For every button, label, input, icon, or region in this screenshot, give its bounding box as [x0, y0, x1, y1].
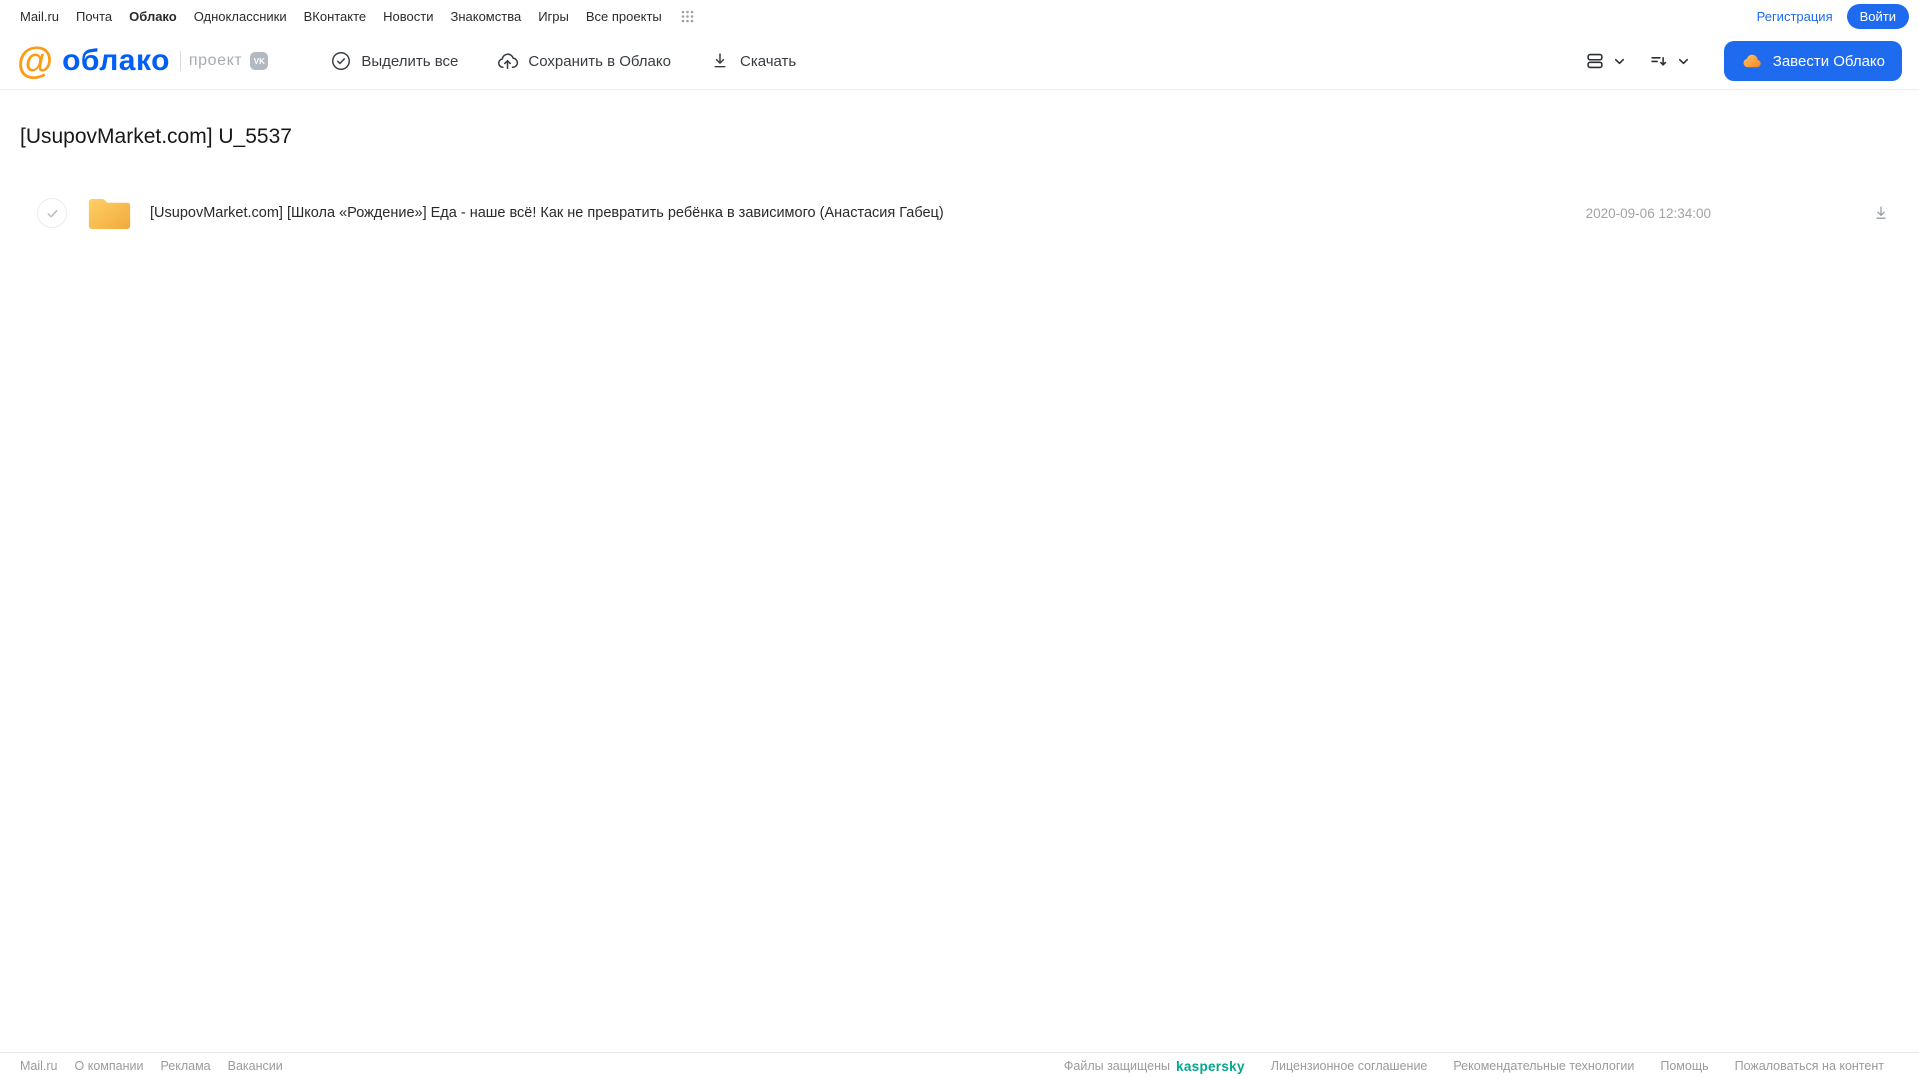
topnav-link-pochta[interactable]: Почта: [76, 9, 112, 24]
save-to-cloud-button[interactable]: Сохранить в Облако: [496, 50, 671, 73]
download-all-label: Скачать: [739, 52, 797, 70]
page-title: [UsupovMarket.com] U_5537: [20, 125, 292, 148]
folder-icon[interactable]: [87, 194, 132, 232]
project-label: проект: [188, 52, 243, 69]
footer-link-jobs[interactable]: Вакансии: [228, 1059, 283, 1073]
cloud-icon: [1741, 50, 1764, 73]
file-date: 2020-09-06 12:34:00: [1585, 205, 1711, 221]
create-cloud-label: Завести Облако: [1772, 52, 1885, 70]
sort-icon: [1648, 50, 1670, 72]
download-icon: [709, 50, 731, 72]
topnav-link-novosti[interactable]: Новости: [383, 9, 433, 24]
topnav-link-znakomstva[interactable]: Знакомства: [450, 9, 521, 24]
login-button[interactable]: Войти: [1846, 4, 1909, 29]
protected-label: Файлы защищены: [1063, 1059, 1171, 1073]
view-mode-icon: [1584, 50, 1606, 72]
kaspersky-logo[interactable]: kaspersky: [1176, 1059, 1245, 1074]
logo-divider: [179, 51, 181, 71]
projects-links: Mail.ru Почта Облако Одноклассники ВКонт…: [20, 9, 694, 24]
file-row[interactable]: [UsupovMarket.com] [Школа «Рождение»] Ед…: [20, 191, 1899, 235]
apps-grid-icon[interactable]: [681, 10, 694, 23]
row-select-checkbox[interactable]: [37, 198, 67, 228]
topnav-link-odnoklassniki[interactable]: Одноклассники: [194, 9, 287, 24]
topnav-link-mailru[interactable]: Mail.ru: [20, 9, 59, 24]
chevron-down-icon: [1613, 55, 1626, 68]
cloud-logo[interactable]: @ облако: [17, 39, 170, 81]
footer-link-recommendation-tech[interactable]: Рекомендательные технологии: [1453, 1059, 1634, 1073]
topnav-link-oblako[interactable]: Облако: [129, 9, 177, 24]
footer-link-ads[interactable]: Реклама: [160, 1059, 210, 1073]
file-name-link[interactable]: [UsupovMarket.com] [Школа «Рождение»] Ед…: [150, 205, 944, 221]
kaspersky-protection: Файлы защищены kaspersky: [1064, 1059, 1245, 1074]
file-actions-toolbar: Выделить все Сохранить в Облако Скачать: [330, 50, 796, 73]
topnav-link-all-projects[interactable]: Все проекты: [586, 9, 662, 24]
folder-content: [UsupovMarket.com] U_5537 [UsupovMarket.…: [0, 125, 1919, 235]
sort-dropdown[interactable]: [1648, 50, 1690, 72]
select-all-button[interactable]: Выделить все: [330, 50, 458, 72]
check-circle-icon: [330, 50, 352, 72]
registration-link[interactable]: Регистрация: [1757, 9, 1833, 24]
row-download-button[interactable]: [1871, 203, 1891, 223]
footer-link-about[interactable]: О компании: [75, 1059, 144, 1073]
footer-link-mailru[interactable]: Mail.ru: [20, 1059, 58, 1073]
select-all-label: Выделить все: [361, 52, 459, 70]
chevron-down-icon: [1677, 55, 1690, 68]
view-mode-dropdown[interactable]: [1584, 50, 1626, 72]
footer-link-help[interactable]: Помощь: [1660, 1059, 1708, 1073]
download-icon: [1876, 206, 1886, 219]
cloud-logo-text: облако: [62, 44, 170, 77]
create-cloud-button[interactable]: Завести Облако: [1723, 41, 1902, 81]
mailru-at-icon: @: [17, 39, 54, 81]
footer-link-report-content[interactable]: Пожаловаться на контент: [1735, 1059, 1884, 1073]
top-projects-bar: Mail.ru Почта Облако Одноклассники ВКонт…: [0, 0, 1919, 33]
app-header: @ облако проект VK Выделить все Сохранит…: [0, 33, 1919, 90]
topnav-link-igry[interactable]: Игры: [538, 9, 569, 24]
check-icon: [47, 209, 57, 218]
footer: Mail.ru О компании Реклама Вакансии Файл…: [0, 1052, 1919, 1079]
vk-icon: VK: [250, 52, 269, 70]
save-to-cloud-label: Сохранить в Облако: [528, 52, 671, 70]
vk-project-badge: проект VK: [179, 51, 269, 71]
cloud-upload-icon: [496, 50, 519, 73]
download-all-button[interactable]: Скачать: [709, 50, 796, 72]
topnav-link-vkontakte[interactable]: ВКонтакте: [304, 9, 367, 24]
footer-link-license[interactable]: Лицензионное соглашение: [1271, 1059, 1428, 1073]
